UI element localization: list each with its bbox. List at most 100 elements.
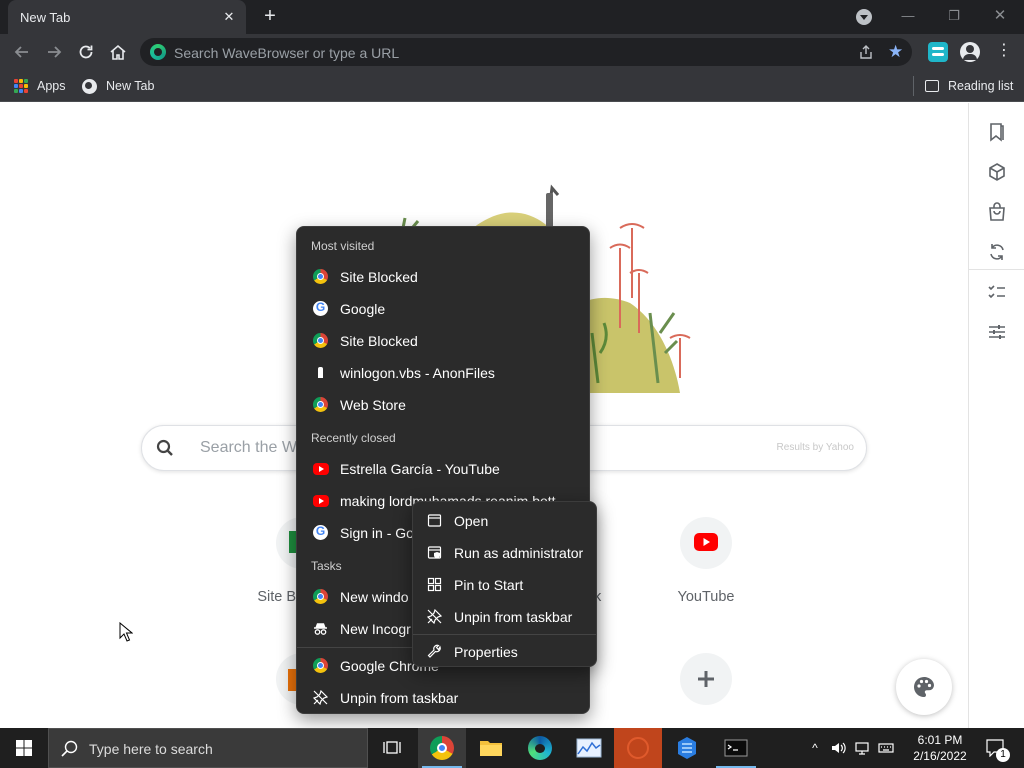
- jump-list-item[interactable]: Site Blocked: [297, 261, 589, 291]
- context-pin-to-start[interactable]: Pin to Start: [413, 569, 596, 599]
- bookmarks-bar: Apps New Tab Reading list: [0, 70, 1024, 102]
- jump-list-item-label: Site Blocked: [340, 269, 418, 285]
- back-button[interactable]: [10, 40, 34, 64]
- jump-list-item-label: New Incogr: [340, 621, 411, 637]
- plus-icon: [698, 671, 714, 687]
- reading-list-button[interactable]: Reading list: [925, 76, 1013, 96]
- taskbar-search-box[interactable]: Type here to search: [48, 728, 368, 768]
- bookmark-star-icon[interactable]: ★: [888, 42, 903, 62]
- new-tab-button[interactable]: +: [259, 5, 281, 27]
- jump-list-item[interactable]: Estrella García - YouTube: [297, 453, 589, 483]
- bookmarks-icon[interactable]: [987, 122, 1007, 142]
- sync-icon[interactable]: [987, 242, 1007, 262]
- chrome-icon: [430, 736, 454, 760]
- chrome-icon: [313, 589, 328, 604]
- jump-list-item-label: winlogon.vbs - AnonFiles: [340, 365, 495, 381]
- side-panel: [968, 103, 1024, 728]
- unpin-icon: [313, 690, 328, 705]
- sliders-icon[interactable]: [987, 322, 1007, 342]
- reload-button[interactable]: [74, 40, 98, 64]
- package-icon[interactable]: [987, 162, 1007, 182]
- globe-icon: [82, 78, 97, 94]
- wavebrowser-logo-icon: [150, 44, 166, 60]
- shopping-bag-icon[interactable]: [987, 202, 1007, 222]
- jump-list-item[interactable]: Web Store: [297, 389, 589, 419]
- taskbar-clock[interactable]: 6:01 PM 2/16/2022: [905, 732, 975, 764]
- jump-list-context-menu: Open Run as administrator Pin to Start U…: [412, 501, 597, 667]
- context-open-label: Open: [454, 513, 489, 529]
- taskbar-orange-app[interactable]: [614, 728, 662, 768]
- address-bar[interactable]: Search WaveBrowser or type a URL ★: [140, 38, 912, 66]
- taskbar-resource-monitor[interactable]: [565, 728, 613, 768]
- tray-keyboard[interactable]: [876, 728, 896, 768]
- shortcut-youtube[interactable]: [680, 517, 732, 569]
- windows-taskbar: Type here to search ^ 6:01 PM 2/16/2022 …: [0, 728, 1024, 768]
- notification-count-badge: 1: [996, 748, 1010, 762]
- bookmark-apps[interactable]: Apps: [14, 76, 66, 96]
- wrench-icon: [427, 644, 441, 658]
- jump-list-unpin[interactable]: Unpin from taskbar: [297, 682, 589, 712]
- context-pin-to-start-label: Pin to Start: [454, 577, 524, 593]
- tray-network[interactable]: [852, 728, 872, 768]
- extension-icon[interactable]: [928, 42, 948, 62]
- bookmark-new-tab[interactable]: New Tab: [82, 76, 154, 96]
- volume-icon: [832, 742, 846, 754]
- jump-list-item[interactable]: Google: [297, 293, 589, 323]
- checklist-icon[interactable]: [987, 282, 1007, 302]
- clock-time: 6:01 PM: [917, 733, 963, 747]
- jump-list-recently-closed-header: Recently closed: [311, 431, 396, 445]
- shield-window-icon: [427, 546, 442, 559]
- context-unpin-label: Unpin from taskbar: [454, 609, 573, 625]
- start-button[interactable]: [0, 728, 48, 768]
- restore-button[interactable]: ❐: [944, 6, 964, 26]
- context-run-as-admin[interactable]: Run as administrator: [413, 537, 596, 567]
- network-icon: [855, 742, 869, 755]
- tab-search-icon[interactable]: [856, 9, 872, 25]
- action-center-button[interactable]: 1: [980, 728, 1012, 768]
- jump-list-item[interactable]: winlogon.vbs - AnonFiles: [297, 357, 589, 387]
- tray-overflow-chevron[interactable]: ^: [806, 728, 824, 768]
- tab-close-icon[interactable]: ✕: [220, 8, 238, 26]
- google-icon: [313, 300, 328, 316]
- chrome-icon: [313, 658, 328, 673]
- taskbar-terminal[interactable]: [712, 728, 760, 768]
- taskbar-edge[interactable]: [516, 728, 564, 768]
- terminal-icon: [724, 739, 748, 757]
- folder-icon: [480, 741, 502, 756]
- tray-volume[interactable]: [828, 728, 848, 768]
- reading-list-icon: [925, 80, 939, 92]
- clock-date: 2/16/2022: [913, 749, 967, 763]
- context-unpin-from-taskbar[interactable]: Unpin from taskbar: [413, 601, 596, 631]
- minimize-button[interactable]: —: [898, 6, 918, 26]
- jump-list-item-label: Site Blocked: [340, 333, 418, 349]
- profile-avatar-icon[interactable]: [960, 42, 980, 62]
- taskbar-blue-app[interactable]: [663, 728, 711, 768]
- edge-icon: [528, 736, 552, 760]
- task-view-button[interactable]: [368, 728, 416, 768]
- back-arrow-icon: [14, 46, 28, 58]
- shortcut-label-fragment: k: [594, 589, 602, 605]
- address-bar-placeholder: Search WaveBrowser or type a URL: [174, 45, 400, 61]
- reload-icon: [79, 45, 93, 59]
- taskbar-chrome[interactable]: [418, 728, 466, 768]
- share-icon[interactable]: [858, 44, 874, 60]
- shortcut-youtube-label: YouTube: [677, 589, 735, 605]
- chrome-icon-center: [437, 743, 447, 753]
- add-shortcut-button[interactable]: [680, 653, 732, 705]
- forward-button[interactable]: [42, 40, 66, 64]
- context-properties[interactable]: Properties: [413, 636, 596, 666]
- jump-list-item[interactable]: Site Blocked: [297, 325, 589, 355]
- keyboard-icon: [878, 743, 894, 753]
- chrome-icon: [313, 397, 328, 412]
- taskbar-file-explorer[interactable]: [467, 728, 515, 768]
- customize-palette-button[interactable]: [896, 659, 952, 715]
- home-button[interactable]: [106, 40, 130, 64]
- bookmark-apps-label: Apps: [37, 79, 66, 93]
- browser-menu-button[interactable]: ⋮: [996, 42, 1012, 62]
- tab-title: New Tab: [20, 10, 71, 25]
- monitor-chart-icon: [576, 738, 602, 758]
- close-window-button[interactable]: ✕: [990, 6, 1010, 26]
- context-open[interactable]: Open: [413, 505, 596, 535]
- window-icon: [427, 514, 442, 527]
- tab-new-tab[interactable]: New Tab ✕: [8, 0, 246, 34]
